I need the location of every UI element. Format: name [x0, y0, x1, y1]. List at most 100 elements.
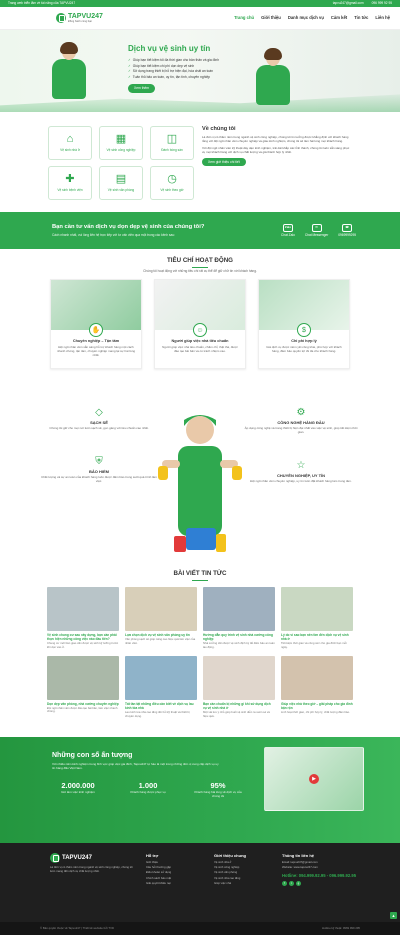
play-icon[interactable]: ▶ [309, 774, 319, 784]
service-house[interactable]: ⌂ Vệ sinh nhà ở [48, 126, 92, 160]
contact-phone[interactable]: ☎ 0969999295 [338, 223, 356, 237]
footer-col-title: Thông tin liên hệ [282, 853, 314, 858]
band-contacts: Zalo Chat Zalo ✉ Chat Messenger ☎ 096999929… [281, 223, 356, 237]
criteria-text: Chất lượng và sự an toàn của khách hàng … [41, 475, 157, 484]
blog-post[interactable]: Hướng dẫn quy trình vệ sinh nhà xưởng cô… [203, 587, 275, 650]
band-title: Bạn cần tư vấn dịch vụ dọn dẹp vệ sinh c… [52, 223, 205, 230]
post-excerpt: Đội ngũ nhân viên được đào tạo bài bản, … [47, 705, 118, 714]
blog-grid: Vệ sinh chung cư sau xây dựng, bạn cần p… [0, 587, 400, 718]
activity-card[interactable]: ✋ Chuyên nghiệp – Tận tâm Đội ngũ nhân v… [50, 279, 142, 370]
post-title[interactable]: Giúp việc nhà theo giờ – giải pháp cho g… [281, 702, 353, 710]
contact-zalo[interactable]: Zalo Chat Zalo [281, 223, 295, 237]
post-excerpt: Nhà xưởng cần được vệ sinh định kỳ để đả… [203, 641, 275, 649]
hero-more-button[interactable]: Xem thêm [128, 84, 156, 93]
post-title[interactable]: Tất tần tật những điều cần biết về dịch … [125, 702, 197, 710]
post-excerpt: Lau kính tòa nhà cao tầng đòi hỏi kỹ thu… [125, 709, 190, 718]
service-hospital[interactable]: ✚ Vệ sinh bệnh viện [48, 166, 92, 200]
criteria-item: ☆ CHUYÊN NGHIỆP, UY TÍN Đội ngũ nhân viê… [242, 459, 360, 484]
footer-link[interactable]: Vệ sinh nhà cao tầng [214, 876, 270, 881]
footer-link[interactable]: Chính sách bảo mật [146, 876, 202, 881]
copyright-text: © Bản quyền thuộc về Tapvu247 | Thiết kế… [40, 925, 114, 930]
post-title[interactable]: Vệ sinh chung cư sau xây dựng, bạn cần p… [47, 633, 119, 641]
nav-news[interactable]: Tin tức [354, 15, 368, 20]
footer-link[interactable]: Câu hỏi thường gặp [146, 866, 202, 870]
nav-home[interactable]: Trang chủ [234, 15, 254, 20]
shield-icon: ⛨ [95, 456, 103, 468]
diamond-icon: ◇ [95, 407, 103, 418]
blog-post[interactable]: Bạn cần chuẩn bị những gì khi sử dụng dị… [203, 655, 275, 719]
logo[interactable]: TAPVU247 Đồng hành cùng bạn [56, 13, 103, 23]
nav-about[interactable]: Giới thiệu [261, 15, 281, 20]
footer-link[interactable]: Giải quyết khiếu nại [146, 881, 202, 886]
blog-post[interactable]: Lựa chọn dịch vụ vệ sinh văn phòng uy tí… [125, 587, 197, 650]
contact-label: Chat Zalo [281, 232, 295, 237]
star-icon: ☆ [296, 459, 306, 471]
service-grid: ⌂ Vệ sinh nhà ở ▦ Vệ sinh công nghiệp ◫ Đán… [48, 126, 194, 212]
post-excerpt: Linh hoạt thời gian, chi phí hợp lý, chấ… [281, 709, 350, 714]
blog-post[interactable]: Vệ sinh chung cư sau xây dựng, bạn cần p… [47, 587, 119, 650]
site-footer: TAPVU247 Là đơn vị có thâm niên trong ng… [0, 843, 400, 922]
site-header: TAPVU247 Đồng hành cùng bạn Trang chủ Gi… [0, 7, 400, 30]
footer-link[interactable]: Vệ sinh văn phòng [214, 871, 270, 875]
post-image [281, 587, 353, 632]
post-excerpt: Tiết kiệm thời gian và công sức cho gia … [281, 641, 347, 649]
post-title[interactable]: Hướng dẫn quy trình vệ sinh nhà xưởng cô… [203, 633, 275, 641]
post-excerpt: Chung cư mới bàn giao cần được vệ sinh k… [47, 641, 119, 649]
copyright-hotline: Hotline kỹ thuật: 0969 999 295 [322, 925, 360, 930]
criteria-right: ⚙ CÔNG NGHỆ HÀNG ĐẦU Áp dụng công nghệ v… [242, 408, 360, 504]
post-title[interactable]: Bạn cần chuẩn bị những gì khi sử dụng dị… [203, 702, 275, 710]
about-title: Về chúng tôi [202, 126, 236, 132]
contact-messenger[interactable]: ✉ Chat Messenger [305, 223, 328, 237]
blog-post[interactable]: Giúp việc nhà theo giờ – giải pháp cho g… [281, 655, 353, 719]
footer-hotline[interactable]: Hotline: 094.999.92.95 - 096.999.92.95 [282, 873, 372, 878]
facebook-icon[interactable]: f [282, 881, 287, 887]
service-hourly[interactable]: ◷ Vệ sinh theo giờ [150, 166, 194, 200]
criteria-section: ◇ SẠCH SẼ Chúng tôi giữ cho mọi nơi luôn… [0, 378, 400, 564]
stat-item: 95% Khách hàng hài lòng về dịch vụ của ch… [192, 781, 244, 799]
nav-contact[interactable]: Liên hệ [375, 15, 390, 20]
top-phone[interactable]: 096 999 92 95 [372, 1, 392, 5]
activity-card[interactable]: ☺ Người giúp việc nhà tiêu chuẩn Người g… [154, 279, 246, 370]
floor-icon: ◫ [166, 132, 178, 145]
post-image [203, 587, 275, 632]
footer-link[interactable]: Giúp việc nhà [214, 881, 270, 886]
google-icon[interactable]: g [296, 881, 301, 887]
nav-services[interactable]: Danh mục dịch vụ [288, 15, 324, 20]
hero-content: Dịch vụ vệ sinh uy tín Giúp bạn tiết kiệ… [128, 44, 258, 93]
service-office[interactable]: ▤ Vệ sinh văn phòng [99, 166, 143, 200]
footer-link[interactable]: Vệ sinh công nghiệp [214, 866, 270, 870]
post-image [125, 655, 197, 700]
blog-post[interactable]: Tất tần tật những điều cần biết về dịch … [125, 655, 197, 719]
scroll-top-button[interactable]: ▲ [390, 912, 397, 919]
blog-post[interactable]: Lý do vì sao bạn nên tìm đến dịch vụ vệ … [281, 587, 353, 650]
post-image [125, 587, 197, 632]
hero-point: Sử dụng trang thiết bị hỗ trợ hiện đại, … [128, 69, 258, 73]
person-icon: ☺ [193, 323, 207, 338]
footer-logo[interactable]: TAPVU247 [50, 853, 134, 863]
top-email[interactable]: tapvu247@gmail.com [333, 1, 364, 5]
service-industrial[interactable]: ▦ Vệ sinh công nghiệp [99, 126, 143, 160]
hero-points: Giúp bạn tiết kiệm tối đa thời gian cho … [128, 58, 258, 79]
blog-post[interactable]: Dọn dẹp văn phòng, nhà xưởng chuyên nghi… [47, 655, 119, 719]
about-more-button[interactable]: Xem giới thiệu chi tiết [202, 157, 246, 167]
social-links: f t g [282, 881, 372, 887]
clock-icon: ◷ [167, 172, 177, 185]
nav-commitment[interactable]: Cảm kết [331, 15, 347, 20]
footer-link[interactable]: Điều khoản sử dụng [146, 871, 202, 875]
criteria-text: Áp dụng công nghệ và trang thiết bị hiện… [244, 426, 358, 435]
footer-link[interactable]: Vệ sinh nhà ở [214, 861, 270, 865]
twitter-icon[interactable]: t [289, 881, 294, 887]
stat-item: 1.000 Khách hàng được phục vụ [122, 781, 174, 799]
footer-logo-text: TAPVU247 [62, 855, 92, 861]
footer-link[interactable]: Giới thiệu [146, 861, 202, 865]
video-thumbnail[interactable]: ▶ [264, 747, 364, 811]
copyright-bar: © Bản quyền thuộc về Tapvu247 | Thiết kế… [0, 922, 400, 935]
activity-card[interactable]: $ Chi phí hợp lý Giá dịch vụ được niêm y… [258, 279, 350, 370]
footer-website[interactable]: Website: www.tapvu247.com [282, 866, 372, 870]
cleaner-illustration [158, 415, 242, 552]
footer-email[interactable]: Email: tapvu247@gmail.com [282, 861, 372, 865]
top-bar-text: Trang web triển lãm về tài năng của TAPV… [8, 1, 76, 6]
footer-support: Hỗ trợ Giới thiệu Câu hỏi thường gặp Điề… [146, 853, 202, 922]
service-floor[interactable]: ◫ Đánh bóng sàn [150, 126, 194, 160]
criteria-item: ⛨ BẢO HIỂM Chất lượng và sự an toàn của … [40, 457, 158, 484]
